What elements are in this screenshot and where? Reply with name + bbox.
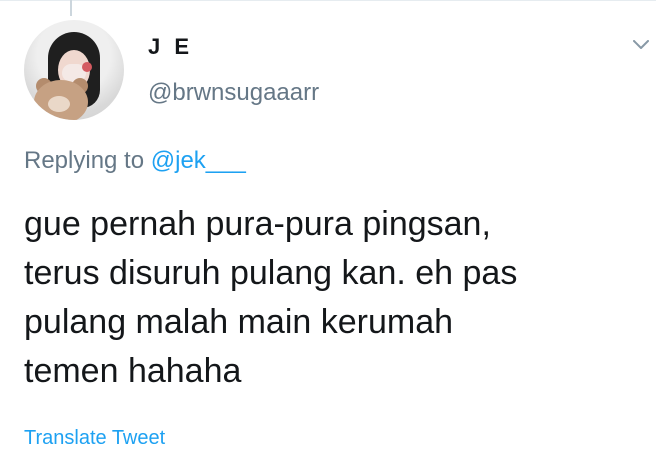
- chevron-down-icon: [633, 40, 649, 49]
- replying-prefix: Replying to: [24, 147, 145, 174]
- tweet-text: gue pernah pura-pura pingsan, terus disu…: [24, 205, 518, 390]
- thread-line: [70, 0, 72, 16]
- profile-avatar[interactable]: [24, 20, 124, 120]
- avatar-blush: [82, 62, 92, 72]
- replying-to-line: Replying to @jek___: [24, 149, 246, 173]
- top-divider: [0, 0, 656, 1]
- display-name[interactable]: J E: [148, 36, 193, 58]
- chevron-down-icon[interactable]: [633, 40, 649, 50]
- translate-tweet-link[interactable]: Translate Tweet: [24, 428, 165, 448]
- username[interactable]: @brwnsugaaarr: [148, 81, 319, 105]
- reply-handle-link[interactable]: @jek___: [151, 147, 246, 174]
- avatar-bear-muzzle: [48, 96, 70, 112]
